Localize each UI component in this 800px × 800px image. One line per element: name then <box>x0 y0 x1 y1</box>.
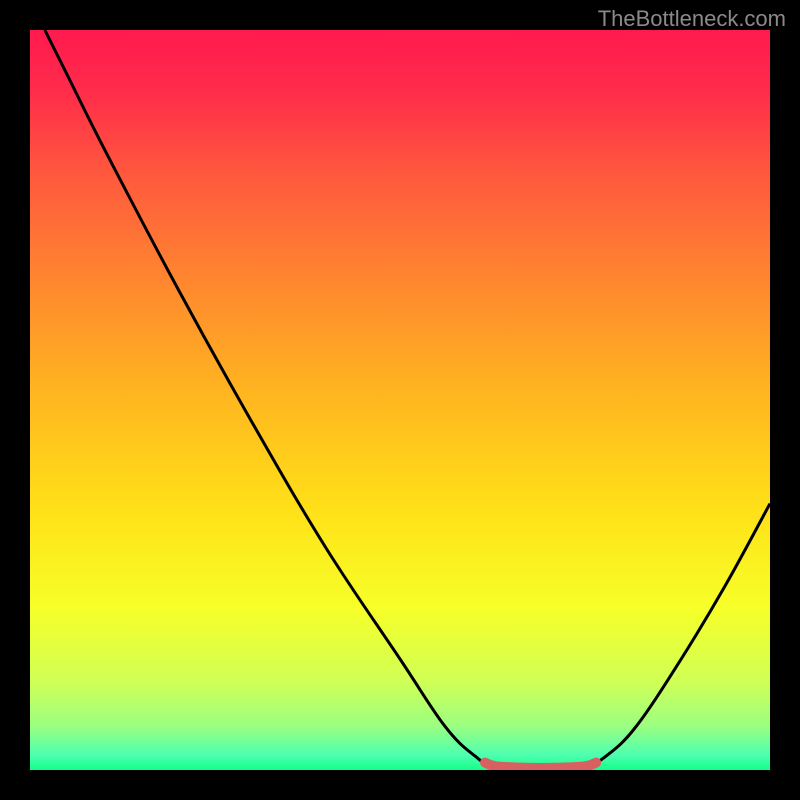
curve-overlay <box>30 30 770 770</box>
bottleneck-curve <box>45 30 770 767</box>
optimal-segment <box>485 763 596 768</box>
watermark: TheBottleneck.com <box>598 6 786 32</box>
plot-area <box>30 30 770 770</box>
